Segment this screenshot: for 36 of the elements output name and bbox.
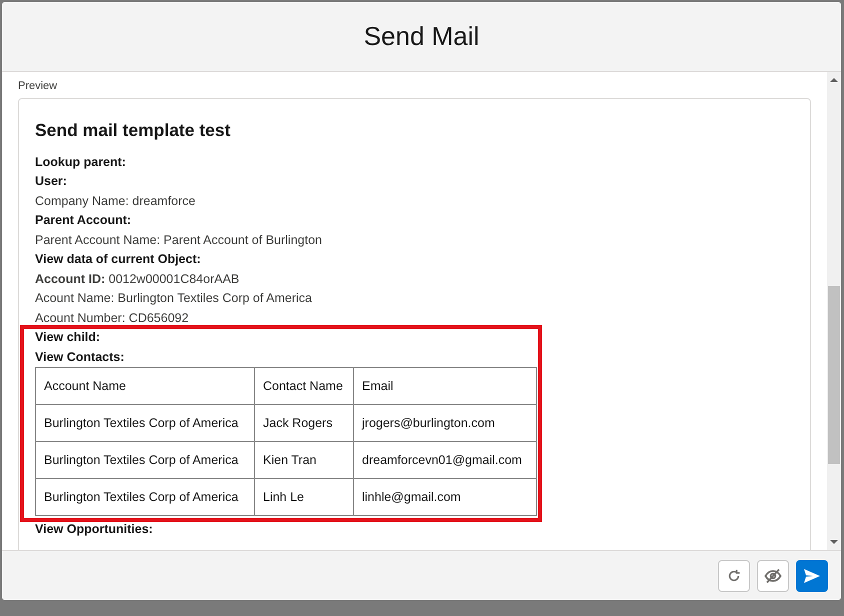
table-cell: Burlington Textiles Corp of America	[36, 442, 254, 479]
column-header: Account Name	[36, 368, 254, 405]
table-cell: Linh Le	[254, 478, 354, 516]
modal-title: Send Mail	[364, 20, 480, 53]
eye-off-icon	[764, 568, 782, 584]
table-cell: Burlington Textiles Corp of America	[36, 478, 254, 516]
table-cell: jrogers@burlington.com	[354, 404, 536, 442]
hide-button[interactable]	[757, 560, 789, 592]
refresh-icon	[727, 568, 741, 582]
send-icon	[804, 568, 820, 582]
field-text: Acount Name: Burlington Textiles Corp of America	[35, 290, 312, 308]
column-header: Email	[354, 368, 536, 405]
section-label: View data of current Object:	[35, 251, 201, 268]
table-cell: Burlington Textiles Corp of America	[36, 404, 254, 442]
preview-label: Preview	[18, 79, 58, 94]
scrollbar[interactable]	[827, 72, 841, 550]
preview-heading: Send mail template test	[35, 118, 230, 142]
scroll-down-icon[interactable]	[830, 538, 838, 546]
field-text: Acount Number: CD656092	[35, 310, 189, 327]
table-cell: linhle@gmail.com	[354, 478, 536, 516]
section-label: View Contacts:	[35, 348, 124, 366]
send-button[interactable]	[796, 560, 828, 592]
scroll-up-icon[interactable]	[830, 76, 838, 84]
section-label: Lookup parent:	[35, 154, 126, 171]
field-text: Company Name: dreamforce	[35, 192, 196, 210]
section-label: Parent Account:	[35, 212, 132, 230]
section-label: User:	[35, 173, 67, 190]
field-text: Parent Account Name: Parent Account of Burlington	[35, 232, 322, 249]
section-label: View child:	[35, 329, 100, 346]
table-cell: Jack Rogers	[254, 404, 354, 442]
column-header: Contact Name	[254, 368, 354, 405]
table-cell: dreamforcevn01@gmail.com	[354, 442, 536, 479]
refresh-button[interactable]	[718, 560, 750, 592]
table-cell: Kien Tran	[254, 442, 354, 479]
section-label: View Opportunities:	[35, 521, 153, 538]
field-text: Account ID: 0012w00001C84orAAB	[35, 270, 240, 288]
